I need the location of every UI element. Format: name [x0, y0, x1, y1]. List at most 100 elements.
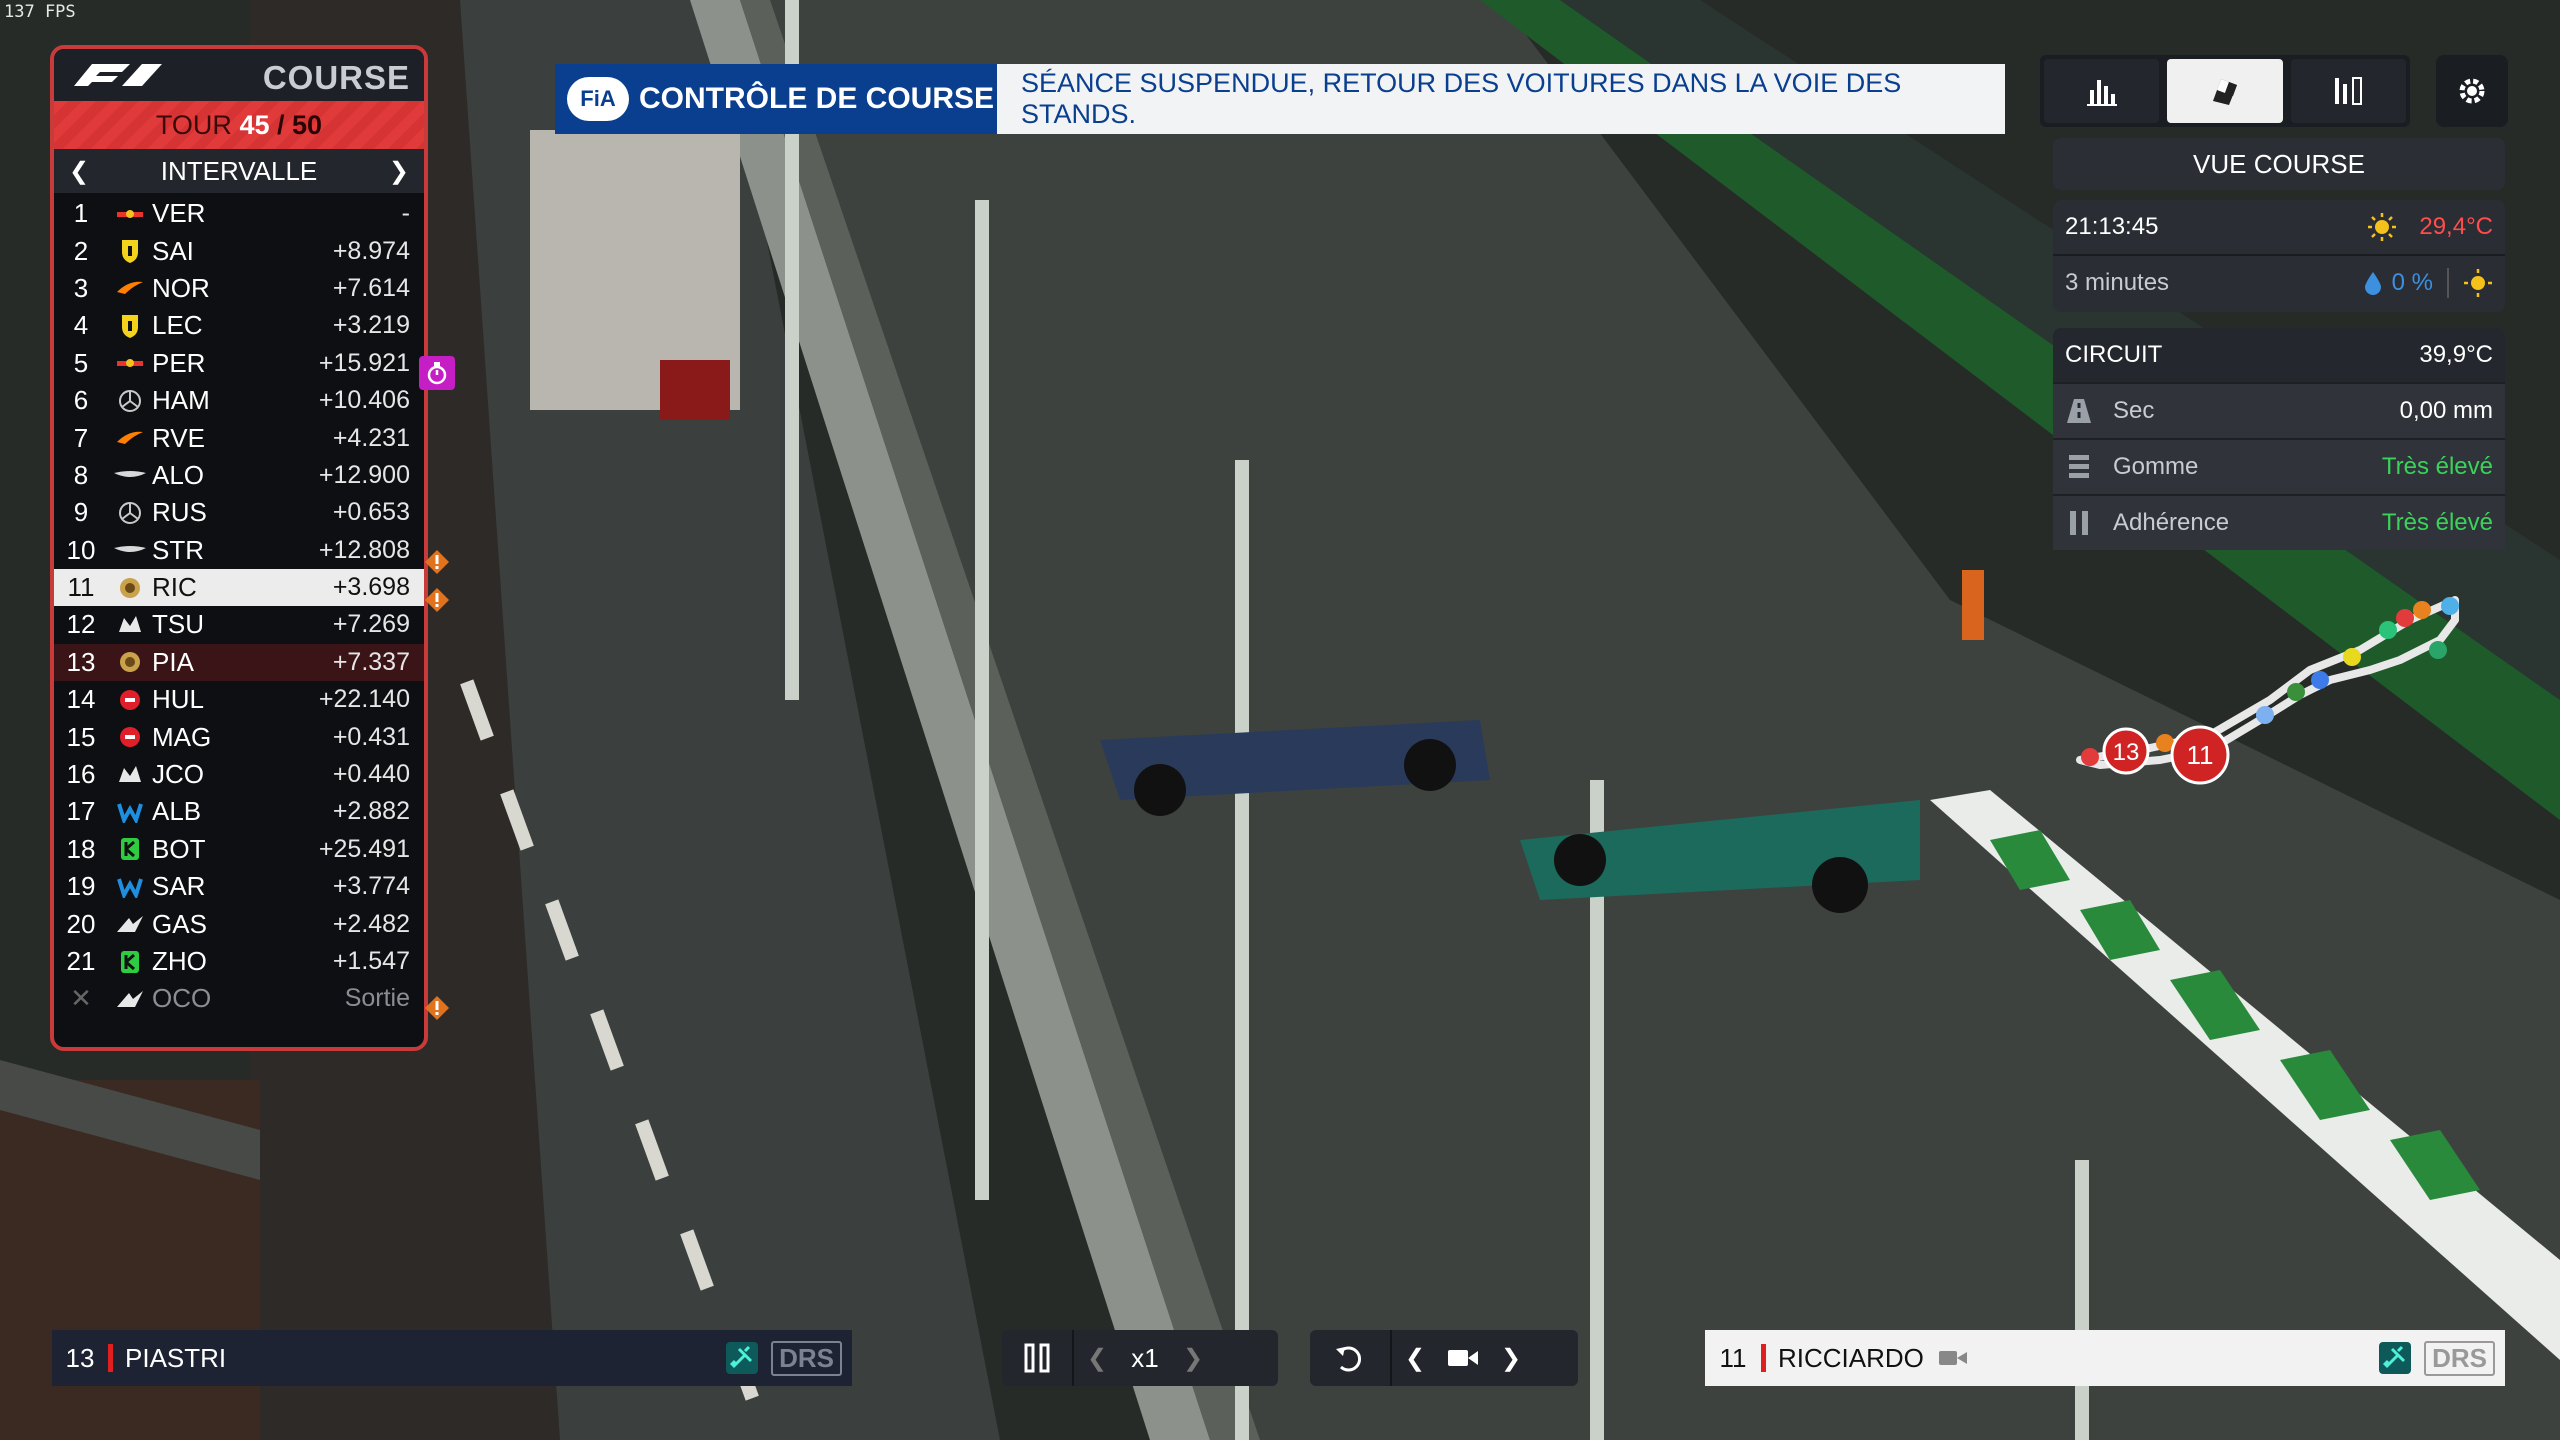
- row-driver-code: VER: [152, 198, 206, 229]
- team-color-bar: [108, 1344, 113, 1372]
- row-driver-code: LEC: [152, 310, 203, 341]
- row-driver-code: PIA: [152, 646, 194, 677]
- speed-increase-button[interactable]: ❯: [1170, 1344, 1216, 1373]
- standings-row[interactable]: 5 PER +15.921: [54, 345, 424, 382]
- standings-row[interactable]: 16 JCO +0.440: [54, 756, 424, 793]
- row-position: 2: [73, 235, 89, 266]
- team-logo-icon: [108, 723, 152, 751]
- team-logo-icon: [108, 686, 152, 714]
- row-gap: +0.653: [332, 498, 410, 527]
- row-driver-code: BOT: [152, 833, 206, 864]
- standings-row[interactable]: 18 BOT +25.491: [54, 831, 424, 868]
- row-driver-code: STR: [152, 534, 204, 565]
- focused-driver-right[interactable]: 11 RICCIARDO DRS: [1705, 1330, 2505, 1386]
- standings-row[interactable]: 4 LEC +3.219: [54, 307, 424, 344]
- standings-row[interactable]: 21 ZHO +1.547: [54, 943, 424, 980]
- camera-prev-button[interactable]: ❮: [1392, 1344, 1438, 1373]
- row-driver-code: GAS: [152, 908, 207, 939]
- rotate-icon: [1336, 1346, 1361, 1372]
- row-driver-code: SAR: [152, 871, 206, 902]
- tab-stats[interactable]: [2044, 59, 2160, 123]
- standings-row[interactable]: 6 HAM +10.406: [54, 382, 424, 419]
- team-logo-icon: [108, 648, 152, 676]
- rain-chance: 0 %: [2391, 269, 2433, 296]
- row-driver-code: MAG: [152, 721, 212, 752]
- standings-row[interactable]: 7 RVE +4.231: [54, 419, 424, 456]
- session-time: 21:13:45: [2065, 213, 2159, 240]
- row-driver-code: JCO: [152, 759, 204, 790]
- row-gap: +12.900: [318, 460, 410, 489]
- row-position: 14: [66, 684, 96, 715]
- standings-row[interactable]: 17 ALB +2.882: [54, 793, 424, 830]
- standings-row[interactable]: 9 RUS +0.653: [54, 494, 424, 531]
- row-driver-code: ALO: [152, 459, 205, 490]
- team-logo-icon: [108, 611, 152, 639]
- row-gap: +8.974: [332, 236, 410, 265]
- rubber-label: Gomme: [2113, 453, 2199, 480]
- standings-row[interactable]: 1 VER -: [54, 195, 424, 232]
- pit-tools-icon[interactable]: [725, 1341, 759, 1375]
- row-position: 21: [66, 946, 96, 976]
- leaderboard-title: COURSE: [262, 59, 410, 96]
- row-driver-code: TSU: [152, 609, 204, 640]
- settings-button[interactable]: [2436, 55, 2508, 127]
- row-position: 4: [73, 310, 89, 341]
- standings-row[interactable]: 19 SAR +3.774: [54, 868, 424, 905]
- chevron-right-icon[interactable]: ❯: [384, 157, 414, 186]
- focused-driver-left[interactable]: 13 PIASTRI DRS: [52, 1330, 852, 1386]
- row-driver-code: ALB: [152, 796, 202, 827]
- chevron-left-icon[interactable]: ❮: [64, 157, 94, 186]
- row-driver-code: RIC: [152, 572, 197, 603]
- standings-row[interactable]: 10 STR +12.808: [54, 532, 424, 569]
- camera-next-button[interactable]: ❯: [1488, 1344, 1534, 1373]
- row-position: 3: [73, 272, 89, 303]
- row-position: 17: [66, 796, 96, 827]
- row-position: 11: [67, 572, 95, 603]
- standings-row[interactable]: 15 MAG +0.431: [54, 718, 424, 755]
- team-logo-icon: [108, 835, 152, 863]
- team-logo-icon: [108, 237, 152, 265]
- standings-row[interactable]: ✕ OCO Sortie: [54, 980, 424, 1017]
- forecast-time: 3 minutes: [2065, 269, 2170, 296]
- standings-row[interactable]: 14 HUL +22.140: [54, 681, 424, 718]
- standings-row[interactable]: 11 RIC +3.698: [54, 568, 424, 607]
- team-logo-icon: [108, 274, 152, 302]
- fps-counter: 137 FPS: [4, 2, 76, 22]
- camera-rotate-button[interactable]: [1310, 1341, 1390, 1375]
- team-logo-icon: [108, 200, 152, 228]
- team-color-bar: [1761, 1344, 1766, 1372]
- row-gap: +12.808: [318, 535, 410, 564]
- standings-row[interactable]: 20 GAS +2.482: [54, 905, 424, 942]
- leaderboard-header: COURSE: [54, 49, 424, 101]
- timing-columns-icon: [2335, 77, 2363, 105]
- tab-timing[interactable]: [2290, 59, 2406, 123]
- weather-now: 21:13:45 29,4°C: [2053, 200, 2505, 254]
- onboard-camera-icon[interactable]: [1938, 1347, 1968, 1369]
- standings-row[interactable]: 2 SAI +8.974: [54, 232, 424, 269]
- pause-button[interactable]: [1002, 1343, 1072, 1373]
- sun-icon: [2368, 213, 2397, 241]
- pit-tools-icon[interactable]: [2378, 1341, 2412, 1375]
- minimap-marker-13: 13: [2102, 727, 2150, 775]
- row-position: 12: [66, 609, 96, 640]
- grip-label: Adhérence: [2113, 509, 2230, 536]
- race-control-message: SÉANCE SUSPENDUE, RETOUR DES VOITURES DA…: [997, 64, 2005, 134]
- speed-decrease-button[interactable]: ❮: [1074, 1344, 1120, 1373]
- race-view-title: VUE COURSE: [2053, 138, 2505, 190]
- race-control-banner: FiA CONTRÔLE DE COURSE SÉANCE SUSPENDUE,…: [555, 64, 2005, 134]
- row-position: 8: [73, 459, 89, 490]
- fastest-lap-icon: [419, 356, 455, 390]
- helmet-flag-icon: [2212, 79, 2237, 105]
- tab-race-view[interactable]: [2167, 59, 2283, 123]
- tire-tread-icon: [2069, 455, 2089, 478]
- circuit-panel: CIRCUIT 39,9°C Sec 0,00 mm Gomme Très él…: [2053, 328, 2505, 550]
- minimap-marker-11: 11: [2170, 725, 2230, 785]
- standings-row[interactable]: 12 TSU +7.269: [54, 606, 424, 643]
- circuit-header: CIRCUIT 39,9°C: [2053, 328, 2505, 382]
- view-tabs: [2040, 55, 2410, 127]
- row-gap: Sortie: [344, 984, 410, 1013]
- standings-row[interactable]: 8 ALO +12.900: [54, 457, 424, 494]
- team-logo-icon: [108, 349, 152, 377]
- standings-row[interactable]: 3 NOR +7.614: [54, 270, 424, 307]
- standings-row[interactable]: 13 PIA +7.337: [54, 643, 424, 682]
